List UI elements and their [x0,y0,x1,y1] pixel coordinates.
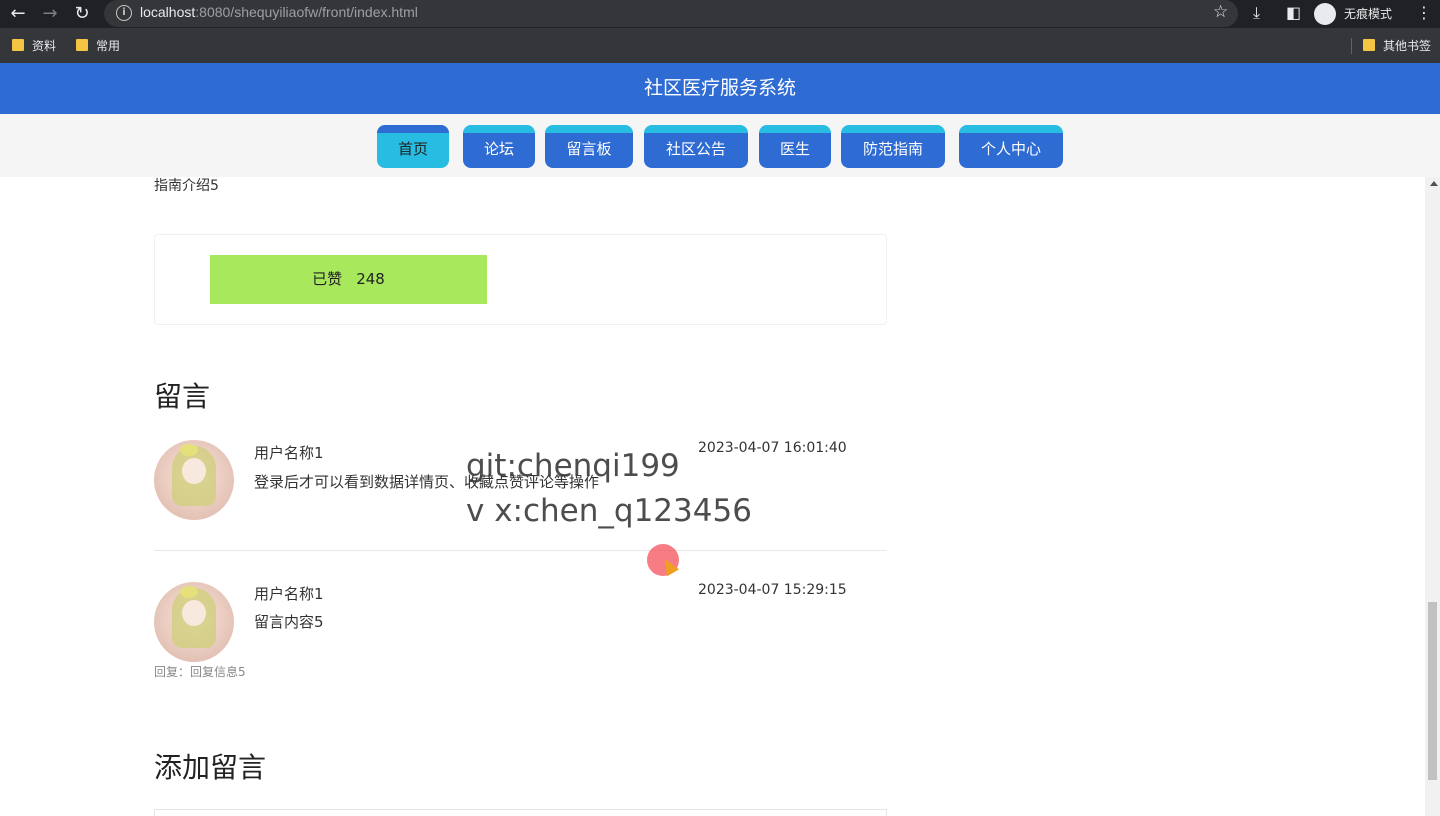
message-time: 2023-04-07 16:01:40 [698,440,847,456]
folder-icon [1363,39,1375,51]
bookmark-star-icon[interactable]: ☆ [1213,2,1228,22]
avatar [154,440,234,520]
address-url[interactable]: localhost:8080/shequyiliaofw/front/index… [140,4,418,20]
nav-home[interactable]: 首页 [377,125,449,168]
menu-kebab-icon[interactable]: ⋮ [1416,2,1432,24]
incognito-icon[interactable] [1314,3,1336,25]
nav-personal-center[interactable]: 个人中心 [959,125,1063,168]
download-icon[interactable]: ⤓ [1253,2,1260,24]
watermark-line-2: v x:chen_q123456 [466,493,752,529]
guide-intro-text: 指南介绍5 [154,178,219,194]
like-count: 248 [356,270,385,288]
bookmark-folder-other[interactable]: 其他书签 [1363,37,1431,54]
site-title: 社区医疗服务系统 [0,63,1440,114]
message-reply: 回复：回复信息5 [154,665,246,679]
bookmark-folder-changyong[interactable]: 常用 [76,37,120,54]
folder-icon [76,39,88,51]
like-panel: 已赞 248 [154,234,887,325]
message-user: 用户名称1 [254,444,324,462]
main-nav: 首页 论坛 留言板 社区公告 医生 防范指南 个人中心 [0,114,1440,177]
nav-prevention-guide[interactable]: 防范指南 [841,125,945,168]
scroll-up-arrow-icon[interactable] [1430,181,1438,186]
nav-message-board[interactable]: 留言板 [545,125,633,168]
message-item: 用户名称1 2023-04-07 15:29:15 留言内容5 [154,582,887,662]
nav-doctors[interactable]: 医生 [759,125,831,168]
message-user: 用户名称1 [254,585,324,603]
folder-icon [12,39,24,51]
message-divider [154,550,887,551]
incognito-label: 无痕模式 [1344,7,1393,21]
back-icon[interactable]: ← [6,2,30,26]
nav-announcements[interactable]: 社区公告 [644,125,748,168]
message-time: 2023-04-07 15:29:15 [698,582,847,598]
avatar [154,582,234,662]
nav-forum[interactable]: 论坛 [463,125,535,168]
messages-heading: 留言 [154,380,211,413]
add-message-heading: 添加留言 [154,751,267,784]
bookmark-folder-ziliao[interactable]: 资料 [12,37,56,54]
watermark-line-1: git:chenqi199 [466,448,680,484]
message-input-box[interactable] [154,809,887,816]
like-button[interactable]: 已赞 248 [210,255,487,304]
sidepanel-icon[interactable]: ◧ [1286,2,1301,24]
site-info-icon[interactable]: i [116,5,132,21]
forward-icon[interactable]: → [38,2,62,26]
browser-toolbar: ← → ↻ i localhost:8080/shequyiliaofw/fro… [0,0,1440,28]
message-content: 留言内容5 [254,613,324,631]
reload-icon[interactable]: ↻ [70,2,94,26]
bookmarks-bar: 资料 常用 其他书签 [0,28,1440,63]
scrollbar-thumb[interactable] [1428,602,1437,780]
bookmarks-divider [1351,38,1352,54]
